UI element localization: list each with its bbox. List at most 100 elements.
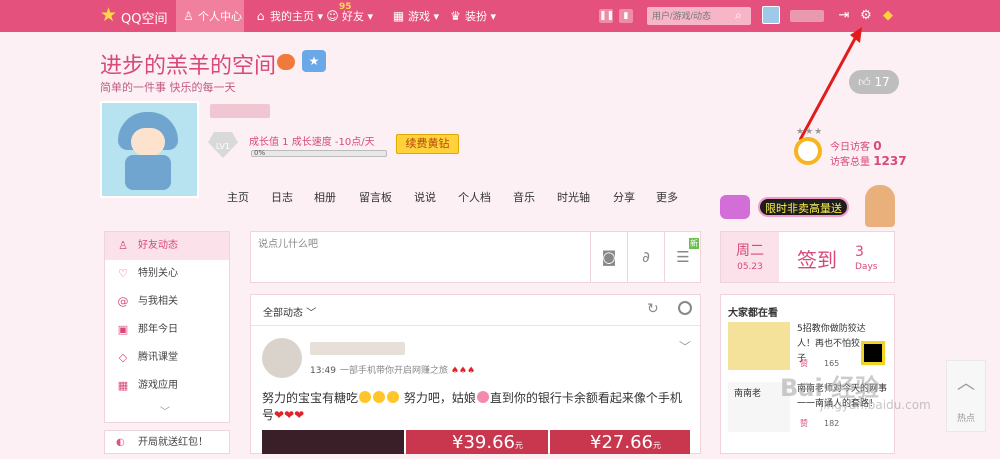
chevron-down-icon: ▾ (317, 10, 324, 23)
nav-games-label: 游戏 (408, 10, 430, 23)
sign-in-days-label: Days (855, 262, 878, 272)
user-avatar[interactable] (762, 6, 780, 24)
total-visitors[interactable]: 访客总量 1237 (830, 153, 907, 168)
nav-personal-center[interactable]: ♙ 个人中心 (176, 0, 244, 32)
nav-more[interactable]: 更多 (656, 189, 678, 205)
nav-music[interactable]: 音乐 (513, 189, 535, 205)
search-icon[interactable]: ⌕ (735, 8, 742, 23)
qzone-star-logo-icon[interactable]: ★ (100, 5, 120, 25)
feed-filter-dropdown[interactable]: 全部动态 ﹀ (263, 304, 316, 319)
trending-thumbnail-2-label: 南南老 (734, 389, 762, 399)
growth-info: 成长值 1 成长速度 -10点/天 (249, 137, 375, 148)
left-menu: ♙ 好友动态 ♡ 特别关心 @ 与我相关 ▣ 那年今日 ◇ 腾讯课堂 ▦ 游戏应用 (104, 231, 230, 423)
balloon-icon: ♠♠♠ (450, 366, 476, 376)
sign-in-date-value: 05.23 (737, 262, 763, 272)
today-visitors[interactable]: 今日访客 0 (830, 138, 882, 153)
sidebar-item-label: 腾讯课堂 (138, 352, 178, 363)
visitor-icon[interactable] (794, 137, 822, 165)
nav-timeline[interactable]: 时光轴 (557, 189, 590, 205)
nav-games[interactable]: ▦ 游戏 ▾ (392, 0, 439, 32)
sign-in-count: 3 (855, 244, 864, 260)
red-packet-label: 开局就送红包！ (138, 437, 208, 448)
chevron-down-icon: ▾ (433, 10, 440, 23)
price-unit: 元 (514, 441, 523, 450)
expand-menu-chevron-icon[interactable]: ﹀ (160, 403, 170, 418)
avatar-face (131, 128, 165, 156)
sign-in-date: 周二 05.23 (721, 232, 779, 282)
post-text-part: 努力的宝宝有糖吃 (262, 391, 359, 405)
nav-my-homepage[interactable]: ⌂ 我的主页 ▾ (254, 0, 323, 32)
gear-icon[interactable]: ⚙ (858, 8, 874, 23)
user-name-blurred[interactable] (790, 10, 824, 22)
level-badge[interactable]: LV1 (208, 132, 238, 158)
nav-album[interactable]: 相册 (314, 189, 336, 205)
shirt-icon: ♛ (450, 9, 461, 23)
pause-icon[interactable]: ❚❚ (599, 9, 614, 23)
post-image-1[interactable] (262, 430, 404, 454)
nav-my-homepage-label: 我的主页 (270, 10, 314, 23)
megaphone-icon: ◐ (116, 437, 125, 448)
game-logo-icon (720, 195, 750, 219)
chevron-down-icon: ▾ (490, 10, 497, 23)
trending-title: 大家都在看 (728, 308, 778, 319)
red-packet-promo[interactable]: ◐ 开局就送红包！ (104, 430, 230, 454)
feed-filter-label: 全部动态 (263, 308, 303, 319)
nav-blog[interactable]: 日志 (271, 189, 293, 205)
post-author-name-blurred[interactable] (310, 342, 405, 355)
sidebar-item-tencent-classroom[interactable]: ◇ 腾讯课堂 (105, 344, 229, 372)
bar-chart-icon[interactable]: ▮ (619, 9, 633, 23)
emoji-icon (476, 391, 489, 403)
nav-share[interactable]: 分享 (613, 189, 635, 205)
like-label[interactable]: 赞 (800, 359, 808, 368)
yellow-diamond-icon[interactable]: ◆ (880, 8, 896, 23)
nav-decoration[interactable]: ♛ 装扮 ▾ (449, 0, 496, 32)
vip-badge-icon[interactable] (277, 54, 295, 70)
nav-profile[interactable]: 个人档 (458, 189, 491, 205)
camera-icon[interactable]: ◙ (590, 231, 627, 283)
nav-shuoshuo[interactable]: 说说 (414, 189, 436, 205)
growth-progress-label: 0% (254, 149, 266, 157)
sidebar-item-label: 游戏应用 (138, 380, 178, 391)
post-source[interactable]: 一部手机带你开启网赚之旅 (340, 366, 448, 376)
sidebar-item-game-apps[interactable]: ▦ 游戏应用 (105, 372, 229, 400)
hot-topics-button[interactable]: ︿ 热点 (946, 360, 986, 432)
shield-badge-icon[interactable]: ★ (302, 50, 326, 72)
renew-yellow-diamond-button[interactable]: 续费黄钻 (396, 134, 459, 154)
promo-character-image (865, 185, 895, 227)
trending-thumbnail-1[interactable] (728, 322, 790, 370)
price-unit: 元 (652, 441, 661, 450)
sidebar-item-label: 好友动态 (138, 240, 178, 251)
sidebar-item-friend-feeds[interactable]: ♙ 好友动态 (105, 232, 229, 260)
sidebar-item-special-care[interactable]: ♡ 特别关心 (105, 260, 229, 288)
post-text-part: 努力吧，姑娘 (400, 391, 476, 405)
like-label[interactable]: 赞 (800, 419, 808, 428)
post-image-2[interactable]: ¥39.66元 (406, 430, 548, 454)
like-button[interactable]: 👍︎ 17 (849, 70, 899, 94)
qzone-logo-text[interactable]: QQ空间 (121, 8, 167, 27)
chevron-down-icon: ﹀ (306, 308, 317, 319)
sidebar-item-related-to-me[interactable]: @ 与我相关 (105, 288, 229, 316)
feed-settings-icon[interactable] (678, 301, 692, 315)
nav-home[interactable]: 主页 (227, 189, 249, 205)
chevron-down-icon: ▾ (367, 10, 374, 23)
sign-in-button[interactable]: 签到 (797, 244, 837, 273)
today-visitors-label: 今日访客 (830, 142, 870, 153)
sidebar-item-label: 特别关心 (138, 268, 178, 279)
today-visitors-value: 0 (873, 139, 882, 153)
avatar-body (125, 155, 171, 190)
post-image-3[interactable]: ¥27.66元 (550, 430, 690, 454)
nav-friends[interactable]: ☺ 95 好友 ▾ (326, 0, 373, 32)
nav-guestbook[interactable]: 留言板 (359, 189, 392, 205)
promo-banner[interactable]: 限时非卖高量送 (720, 185, 895, 227)
promo-banner-text: 限时非卖高量送 (758, 197, 849, 217)
nav-personal-center-label: 个人中心 (198, 10, 242, 23)
post-time: 13:49 (310, 366, 336, 376)
link-icon[interactable]: ∂ (627, 231, 664, 283)
heart-icon: ♡ (118, 267, 128, 280)
post-author-avatar[interactable] (262, 338, 302, 378)
logout-icon[interactable]: ⇥ (836, 8, 852, 23)
refresh-icon[interactable]: ↻ (647, 301, 659, 317)
composer-placeholder: 说点儿什么吧 (258, 239, 318, 250)
sidebar-item-on-this-day[interactable]: ▣ 那年今日 (105, 316, 229, 344)
post-options-chevron-icon[interactable]: ﹀ (679, 338, 691, 355)
